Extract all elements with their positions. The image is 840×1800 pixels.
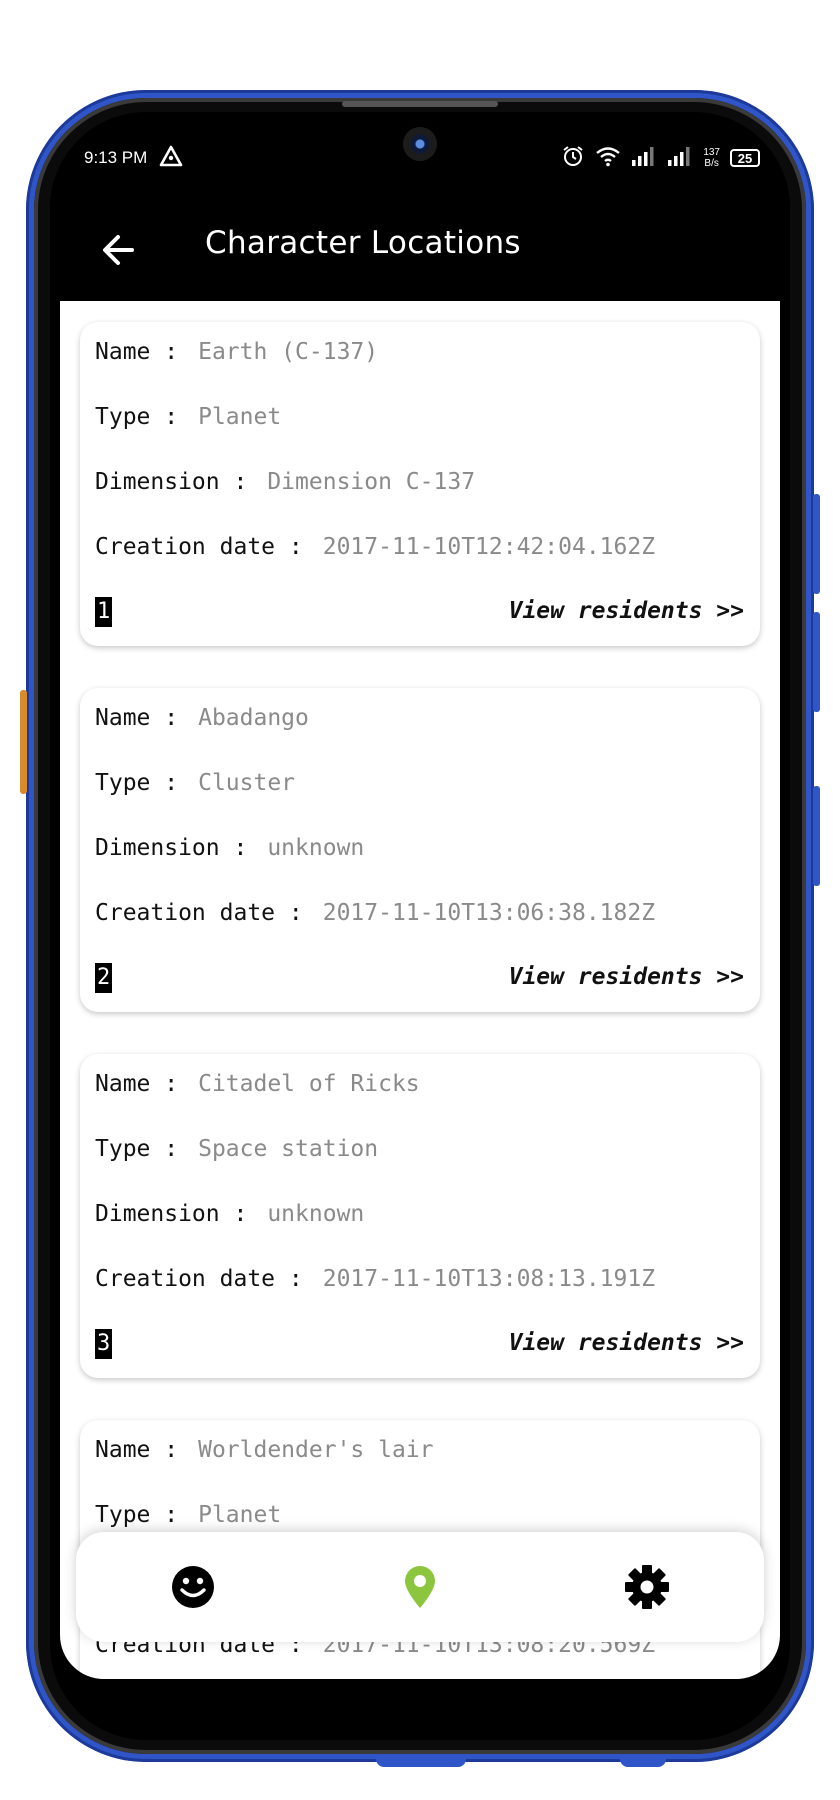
created-label: Creation date : xyxy=(95,900,303,926)
dimension-value: unknown xyxy=(267,835,365,861)
created-value: 2017-11-10T13:08:13.191Z xyxy=(322,1266,656,1292)
network-speed-unit: B/s xyxy=(704,158,719,169)
page-title: Character Locations xyxy=(205,225,521,261)
app-notification-icon xyxy=(158,144,184,173)
name-row: Name : Abadango xyxy=(95,705,309,731)
created-row: Creation date : 2017-11-10T13:08:13.191Z xyxy=(95,1266,655,1292)
location-card: Name : Earth (C-137) Type : Planet Dimensi… xyxy=(80,322,760,646)
alarm-icon xyxy=(561,144,585,173)
dimension-label: Dimension : xyxy=(95,835,248,861)
battery-indicator: 25 xyxy=(730,149,760,167)
type-label: Type : xyxy=(95,770,179,796)
smiley-face-icon[interactable] xyxy=(168,1562,218,1612)
view-residents-link[interactable]: View residents >> xyxy=(509,598,744,624)
index-badge: 2 xyxy=(95,963,113,993)
created-row: Creation date : 2017-11-10T12:42:04.162Z xyxy=(95,534,655,560)
status-icons: 137 B/s 25 xyxy=(561,144,760,172)
dimension-row: Dimension : unknown xyxy=(95,835,364,861)
created-label: Creation date : xyxy=(95,1266,303,1292)
location-pin-icon[interactable] xyxy=(395,1562,445,1612)
status-time: 9:13 PM xyxy=(84,148,148,167)
name-label: Name : xyxy=(95,1071,179,1097)
type-row: Type : Planet xyxy=(95,1502,281,1528)
dimension-label: Dimension : xyxy=(95,1201,248,1227)
name-value: Earth (C-137) xyxy=(198,339,379,365)
arrow-left-icon[interactable] xyxy=(94,225,144,275)
type-value: Planet xyxy=(198,404,282,430)
type-value: Cluster xyxy=(198,770,296,796)
index-badge: 3 xyxy=(95,1329,113,1359)
location-list[interactable]: Name : Earth (C-137) Type : Planet Dimensi… xyxy=(60,301,780,1679)
signal-icon-1 xyxy=(631,146,657,171)
type-label: Type : xyxy=(95,1136,179,1162)
location-card: Name : Abadango Type : Cluster Dimension :… xyxy=(80,688,760,1012)
name-value: Worldender's lair xyxy=(198,1437,434,1463)
dimension-row: Dimension : unknown xyxy=(95,1201,364,1227)
dimension-value: Dimension C-137 xyxy=(267,469,476,495)
created-label: Creation date : xyxy=(95,534,303,560)
app-bar: Character Locations xyxy=(60,195,780,301)
type-row: Type : Cluster xyxy=(95,770,295,796)
name-label: Name : xyxy=(95,705,179,731)
dimension-value: unknown xyxy=(267,1201,365,1227)
network-speed-value: 137 xyxy=(703,147,720,158)
network-speed: 137 B/s xyxy=(703,147,720,169)
dimension-row: Dimension : Dimension C-137 xyxy=(95,469,475,495)
created-value: 2017-11-10T12:42:04.162Z xyxy=(322,534,656,560)
power-button xyxy=(813,786,820,886)
side-button-left xyxy=(20,690,27,794)
frame-detail xyxy=(620,1757,666,1767)
name-row: Name : Earth (C-137) xyxy=(95,339,378,365)
index-badge: 1 xyxy=(95,597,113,627)
type-value: Space station xyxy=(198,1136,379,1162)
view-residents-link[interactable]: View residents >> xyxy=(509,964,744,990)
name-label: Name : xyxy=(95,1437,179,1463)
name-row: Name : Citadel of Ricks xyxy=(95,1071,420,1097)
name-row: Name : Worldender's lair xyxy=(95,1437,434,1463)
created-value: 2017-11-10T13:06:38.182Z xyxy=(322,900,656,926)
status-bar: 9:13 PM 137 B/s 25 xyxy=(60,138,780,178)
view-residents-link[interactable]: View residents >> xyxy=(509,1330,744,1356)
location-card: Name : Citadel of Ricks Type : Space stati… xyxy=(80,1054,760,1378)
name-label: Name : xyxy=(95,339,179,365)
created-row: Creation date : 2017-11-10T13:06:38.182Z xyxy=(95,900,655,926)
type-label: Type : xyxy=(95,404,179,430)
type-row: Type : Space station xyxy=(95,1136,378,1162)
signal-icon-2 xyxy=(667,146,693,171)
frame-detail xyxy=(376,1757,466,1767)
type-row: Type : Planet xyxy=(95,404,281,430)
earpiece xyxy=(342,101,498,107)
gear-icon[interactable] xyxy=(622,1562,672,1612)
type-label: Type : xyxy=(95,1502,179,1528)
bottom-navigation xyxy=(76,1532,764,1642)
wifi-icon xyxy=(595,145,621,172)
dimension-label: Dimension : xyxy=(95,469,248,495)
volume-down-button xyxy=(813,612,820,712)
name-value: Citadel of Ricks xyxy=(198,1071,420,1097)
type-value: Planet xyxy=(198,1502,282,1528)
volume-up-button xyxy=(813,494,820,594)
name-value: Abadango xyxy=(198,705,309,731)
